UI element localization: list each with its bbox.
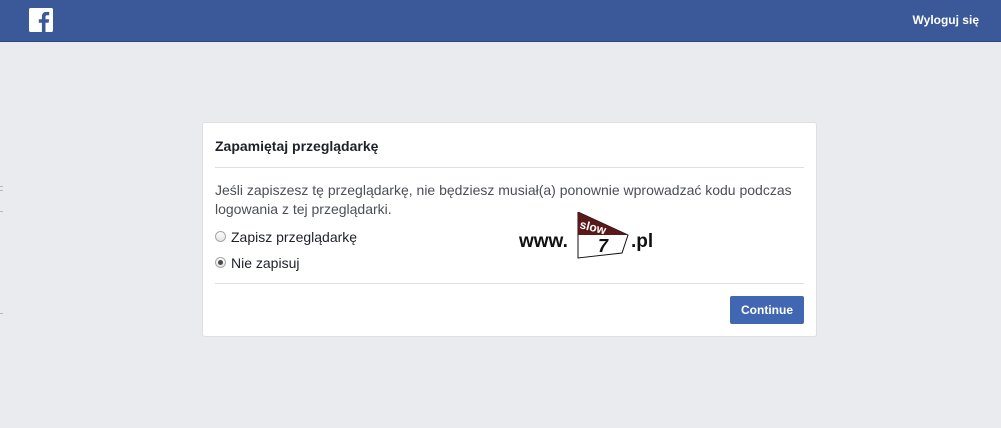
facebook-f-icon[interactable] [29,8,53,32]
divider [215,283,804,284]
radio-button[interactable] [215,230,226,242]
watermark-number: 7 [598,236,609,256]
watermark-suffix: .pl [631,231,653,252]
continue-button[interactable]: Continue [730,296,804,324]
edge-mark [0,313,3,314]
remember-browser-dialog: Zapamiętaj przeglądarkę Jeśli zapiszesz … [202,122,817,337]
option-dont-save[interactable]: Nie zapisuj [215,255,299,271]
option-save-browser[interactable]: Zapisz przeglądarkę [215,229,357,245]
dialog-title: Zapamiętaj przeglądarkę [215,138,379,154]
logout-link[interactable]: Wyloguj się [913,13,979,27]
watermark-logo: www. slow 7 .pl [518,212,658,262]
edge-mark [0,186,3,187]
option-label: Zapisz przeglądarkę [231,229,358,245]
dialog-description: Jeśli zapiszesz tę przeglądarkę, nie będ… [215,182,792,217]
edge-mark [0,211,3,212]
top-bar: Wyloguj się [0,0,1001,42]
option-label: Nie zapisuj [231,255,300,271]
radio-button-selected[interactable] [215,256,226,268]
divider [215,167,804,168]
edge-mark [0,190,3,191]
watermark-prefix: www. [518,231,568,252]
